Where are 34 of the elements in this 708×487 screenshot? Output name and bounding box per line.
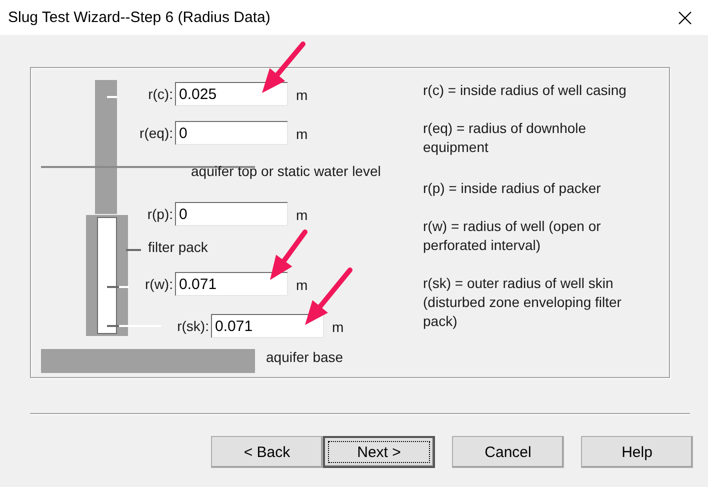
input-field[interactable]: 0.071 <box>175 272 288 296</box>
pointer-arrow <box>270 230 308 280</box>
window-title: Slug Test Wizard--Step 6 (Radius Data) <box>8 9 270 26</box>
unit-label: m <box>332 319 344 335</box>
field-label: r(c): <box>147 86 173 102</box>
definition-text: r(sk) = outer radius of well skin (disturbed zone enveloping filter pack) <box>423 274 622 331</box>
unit-label: m <box>296 87 308 103</box>
input-field[interactable]: 0.071 <box>211 314 324 338</box>
wizard-button[interactable]: < Back <box>211 436 323 468</box>
diagram-label: aquifer base <box>266 349 344 365</box>
wizard-button[interactable]: Cancel <box>452 436 564 468</box>
input-field[interactable]: 0 <box>175 121 288 145</box>
field-label: r(eq): <box>138 125 173 141</box>
definition-text: r(c) = inside radius of well casing <box>423 81 628 100</box>
wizard-button[interactable]: Help <box>581 436 693 468</box>
pointer-arrow <box>305 268 352 325</box>
input-field[interactable]: 0 <box>175 202 288 226</box>
close-icon[interactable] <box>678 10 692 24</box>
tick-mark <box>107 96 117 98</box>
field-label: r(w): <box>144 276 173 292</box>
definition-text: r(p) = inside radius of packer <box>423 179 602 198</box>
unit-label: m <box>296 277 308 293</box>
field-label: r(p): <box>146 206 173 222</box>
diagram-label: filter pack <box>148 239 208 255</box>
definition-text: r(w) = radius of well (open or perforated interval) <box>423 217 602 255</box>
input-field[interactable]: 0.025 <box>175 82 288 106</box>
unit-label: m <box>296 126 308 142</box>
leader-line <box>126 249 141 251</box>
definition-text: r(eq) = radius of downhole equipment <box>423 119 588 157</box>
wizard-button[interactable]: Next > <box>323 436 435 468</box>
diagram-label: aquifer top or static water level <box>191 163 381 179</box>
field-label: r(sk): <box>176 318 209 334</box>
unit-label: m <box>296 207 308 223</box>
pointer-arrow <box>262 42 306 93</box>
